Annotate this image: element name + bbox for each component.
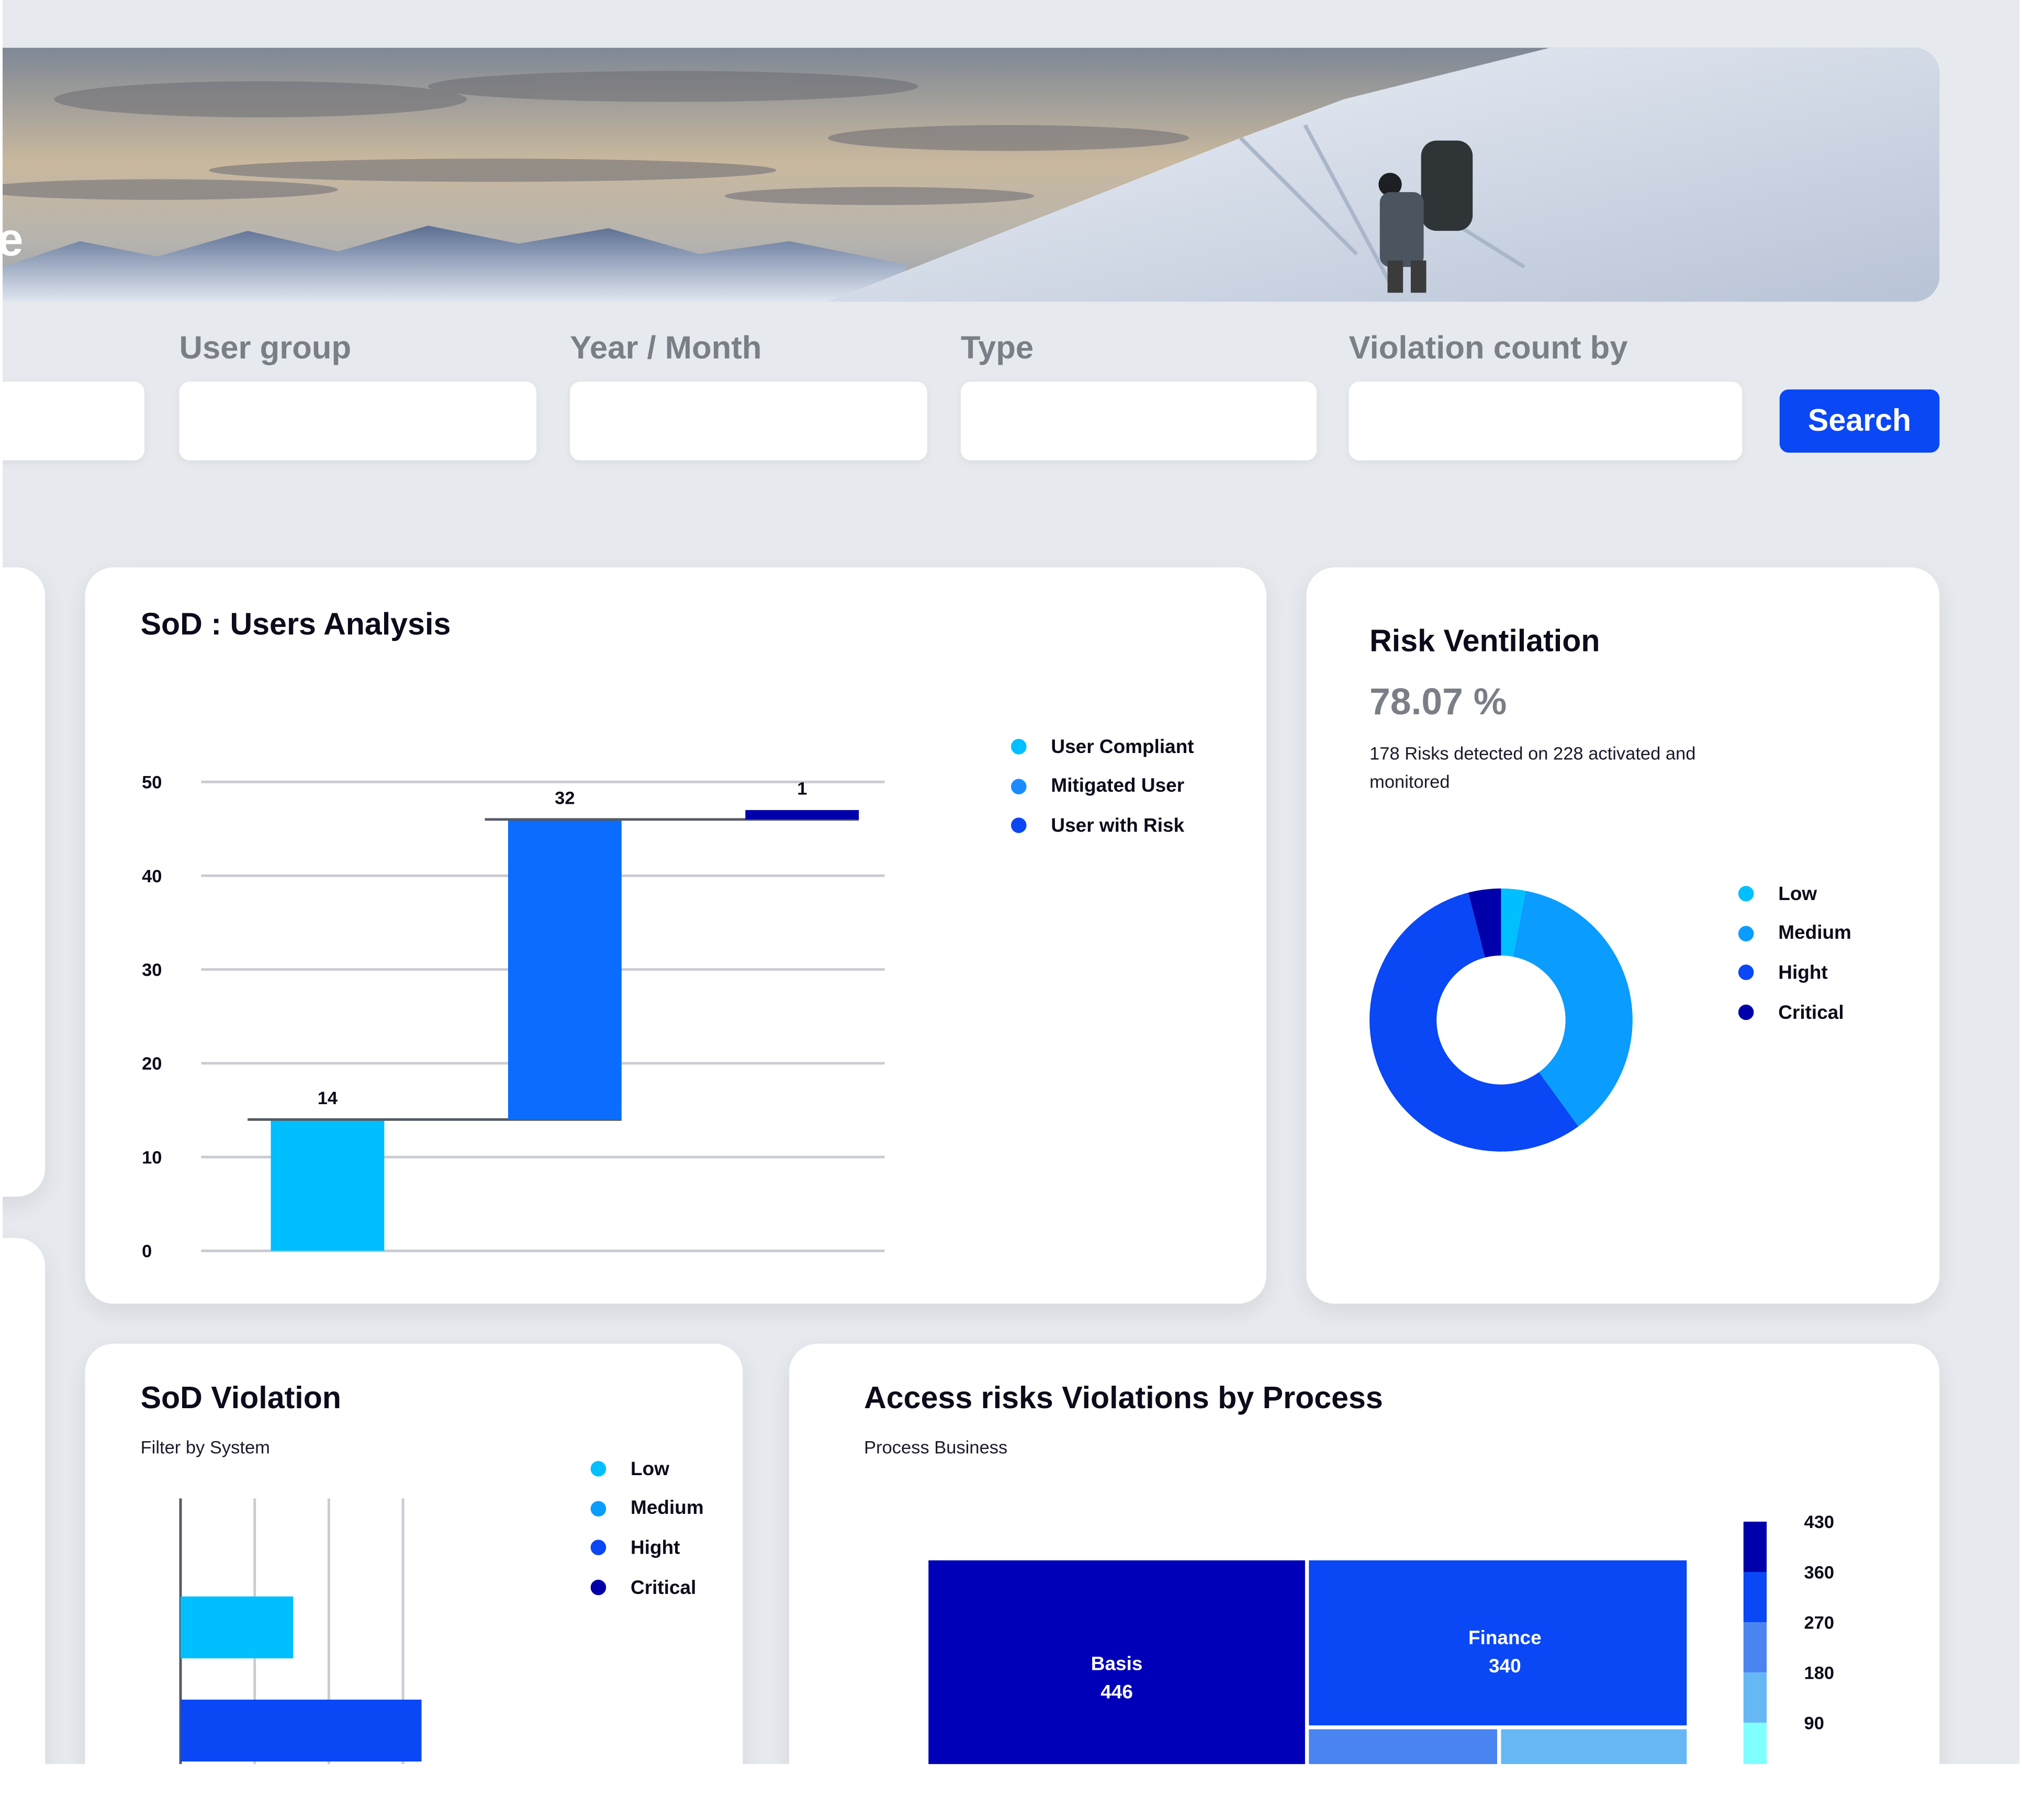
colorbar-tick-label: 430 <box>1804 1512 1835 1532</box>
treemap-cell <box>1309 1729 1498 1765</box>
sod-violation-title: SoD Violation <box>140 1381 341 1416</box>
type-field[interactable] <box>960 381 1317 460</box>
filter-label-user-group: User group <box>179 330 352 366</box>
data-label: 32 <box>555 788 575 808</box>
y-tick-label: 0 <box>142 1242 152 1262</box>
legend-dot <box>590 1461 606 1477</box>
bar <box>181 1699 422 1762</box>
hero-landscape-image <box>2 48 1940 302</box>
risk-ventilation-title: Risk Ventilation <box>1369 624 1600 659</box>
colorbar-segment <box>1743 1622 1767 1673</box>
legend-dot <box>590 1501 606 1516</box>
legend-label: Critical <box>631 1576 697 1599</box>
legend-dot <box>590 1579 606 1596</box>
legend-dot <box>1738 886 1754 902</box>
colorbar-tick-label: 90 <box>1804 1714 1824 1734</box>
users-analysis-chart: 0 10 20 30 40 50 14 32 1 <box>142 773 885 1262</box>
treemap-value: 340 <box>1489 1655 1521 1677</box>
risk-percentage: 78.07 % <box>1369 682 1507 724</box>
filter-input-partial[interactable] <box>2 381 145 460</box>
left-card-partial <box>2 567 46 1197</box>
legend-dot <box>1011 779 1027 794</box>
bar <box>271 1119 385 1251</box>
legend-label: User with Risk <box>1051 815 1185 837</box>
legend-label: Critical <box>1778 1001 1844 1024</box>
colorbar-tick-label: 270 <box>1804 1613 1835 1633</box>
bar <box>745 810 859 819</box>
data-label: 1 <box>797 779 807 799</box>
sod-violation-legend: Low Medium Hight Critical <box>590 1450 704 1608</box>
risk-description-line1: 178 Risks detected on 228 activated and <box>1369 743 1696 763</box>
users-analysis-title: SoD : Users Analysis <box>140 607 451 643</box>
search-button[interactable]: Search <box>1779 389 1940 453</box>
access-risks-card: Access risks Violations by Process Proce… <box>789 1343 1940 1765</box>
treemap-label: Basis <box>1091 1653 1143 1674</box>
legend-label: Low <box>631 1458 669 1480</box>
bar <box>508 819 622 1120</box>
legend-item-critical: Critical <box>590 1568 704 1607</box>
legend-label: User Compliant <box>1051 736 1194 758</box>
legend-label: Mitigated User <box>1051 776 1185 797</box>
treemap-value: 446 <box>1100 1681 1133 1702</box>
colorbar-segment <box>1743 1571 1767 1623</box>
sod-violation-subtitle: Filter by System <box>140 1436 270 1457</box>
legend-item-mitigated-user: Mitigated User <box>1011 767 1194 806</box>
dashboard-page: e User group Year / Month Type Violation… <box>2 0 2020 1765</box>
hero-banner: e <box>2 48 1940 302</box>
users-analysis-card: SoD : Users Analysis 0 10 20 30 40 50 14 32 1 Us… <box>85 567 1266 1304</box>
sod-violation-chart <box>179 1498 422 1765</box>
users-analysis-legend: User Compliant Mitigated User User with … <box>1011 727 1194 846</box>
y-tick-label: 30 <box>142 960 162 980</box>
legend-dot <box>1011 818 1027 834</box>
treemap-label: Finance <box>1468 1627 1542 1648</box>
legend-item-hight: Hight <box>1738 953 1851 993</box>
access-risks-subtitle: Process Business <box>864 1436 1008 1457</box>
legend-label: Hight <box>631 1537 680 1559</box>
legend-dot <box>1011 739 1027 755</box>
legend-dot <box>1738 1004 1754 1020</box>
colorbar-segment <box>1743 1521 1767 1572</box>
hero-title: e <box>3 213 24 267</box>
legend-label: Hight <box>1778 962 1828 984</box>
risk-legend: Low Medium Hight Critical <box>1738 874 1851 1032</box>
y-tick-label: 50 <box>142 773 162 793</box>
access-risks-treemap: Basis 446 Finance 340 430 360 270 180 90 <box>928 1512 1835 1765</box>
bar <box>181 1596 294 1659</box>
legend-label: Medium <box>631 1498 704 1520</box>
filter-label-type: Type <box>960 330 1034 366</box>
legend-item-user-compliant: User Compliant <box>1011 727 1194 767</box>
data-label: 14 <box>318 1088 338 1108</box>
legend-item-medium: Medium <box>590 1489 704 1528</box>
legend-dot <box>1738 965 1754 981</box>
y-tick-label: 10 <box>142 1148 162 1167</box>
user-group-field[interactable] <box>179 381 537 460</box>
sod-violation-card: SoD Violation Filter by System Low Mediu… <box>85 1343 743 1765</box>
legend-item-low: Low <box>590 1450 704 1489</box>
risk-ventilation-card: Risk Ventilation 78.07 % 178 Risks detec… <box>1306 567 1940 1304</box>
legend-item-hight: Hight <box>590 1529 704 1568</box>
legend-item-critical: Critical <box>1738 993 1851 1032</box>
legend-label: Medium <box>1778 922 1851 945</box>
colorbar-segment <box>1743 1672 1767 1723</box>
year-month-field[interactable] <box>570 381 927 460</box>
y-tick-label: 40 <box>142 867 162 886</box>
access-risks-title: Access risks Violations by Process <box>864 1381 1383 1416</box>
risk-donut-chart <box>1369 888 1633 1152</box>
legend-dot <box>590 1540 606 1556</box>
filter-label-violation-count: Violation count by <box>1349 330 1628 366</box>
colorbar-tick-label: 360 <box>1804 1563 1835 1582</box>
legend-label: Low <box>1778 883 1817 905</box>
legend-item-medium: Medium <box>1738 914 1851 953</box>
treemap-cell <box>1501 1729 1687 1765</box>
colorbar-tick-label: 180 <box>1804 1664 1835 1683</box>
legend-item-user-with-risk: User with Risk <box>1011 806 1194 846</box>
violation-count-field[interactable] <box>1349 381 1743 460</box>
legend-item-low: Low <box>1738 874 1851 914</box>
colorbar-segment <box>1743 1723 1767 1765</box>
y-tick-label: 20 <box>142 1054 162 1074</box>
filter-label-year-month: Year / Month <box>570 330 762 366</box>
left-card-partial-lower <box>2 1238 46 1765</box>
legend-dot <box>1738 926 1754 941</box>
risk-description-line2: monitored <box>1369 771 1450 792</box>
